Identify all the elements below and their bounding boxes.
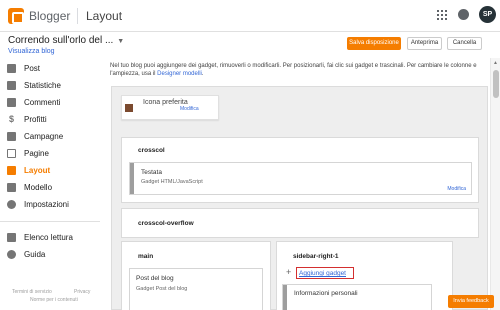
scroll-thumb[interactable] (493, 70, 499, 98)
apps-grid-icon[interactable] (437, 10, 447, 20)
sidebar-item-label: Elenco lettura (24, 233, 73, 242)
sidebar-divider (0, 221, 100, 222)
layout-icon (7, 166, 16, 175)
terms-link[interactable]: Termini di servizio (12, 289, 52, 295)
section-title: crosscol (138, 147, 165, 154)
sidebar-item-label: Layout (24, 166, 51, 175)
scroll-up-icon[interactable]: ▲ (493, 60, 498, 66)
stats-icon (7, 81, 16, 90)
template-designer-link[interactable]: Designer modelli (157, 71, 202, 77)
post-icon (7, 64, 16, 73)
sidebar-item-reading-list[interactable]: Elenco lettura (0, 229, 100, 246)
send-feedback-button[interactable]: Invia feedback (448, 295, 494, 308)
blog-posts-widget[interactable]: Post del blog Gadget Post del blog (129, 268, 263, 310)
page-title: Layout (86, 9, 123, 23)
notifications-icon[interactable] (458, 9, 469, 20)
section-sidebar-right: sidebar-right-1 + Aggiungi gadget Inform… (276, 241, 453, 310)
widget-edit-link[interactable]: Modifica (447, 186, 466, 192)
favicon-edit-link[interactable]: Modifica (180, 106, 199, 112)
sidebar-item-label: Statistiche (24, 81, 61, 90)
favicon-gadget[interactable]: Icona preferita Modifica (121, 95, 219, 120)
campaigns-icon (7, 132, 16, 141)
sidebar-item-label: Impostazioni (24, 200, 69, 209)
widget-subtitle: Gadget Post del blog (136, 286, 188, 292)
sidebar-item-label: Post (24, 64, 41, 73)
sidebar-item-help[interactable]: Guida (0, 246, 100, 263)
favicon-title: Icona preferita (143, 99, 188, 106)
dollar-icon: $ (8, 114, 14, 124)
blog-selector[interactable]: Correndo sull'orlo del ... ▼ (8, 35, 124, 46)
add-gadget-row[interactable]: + Aggiungi gadget (282, 267, 432, 281)
top-bar: Blogger Layout SP (0, 0, 500, 32)
section-title: sidebar-right-1 (293, 253, 339, 260)
widget-title: Testata (141, 169, 162, 176)
sidebar-item-label: Profitti (24, 115, 47, 124)
profile-widget[interactable]: Informazioni personali (282, 284, 432, 310)
sidebar: Post Statistiche Commenti $ Profitti Cam… (0, 58, 100, 310)
preview-button[interactable]: Anteprima (407, 37, 442, 50)
blog-name: Correndo sull'orlo del ... (8, 35, 114, 46)
sidebar-item-pages[interactable]: Pagine (0, 145, 100, 162)
gear-icon (7, 200, 16, 209)
sidebar-item-settings[interactable]: Impostazioni (0, 196, 100, 213)
section-crosscol: crosscol Testata Gadget HTML/JavaScript … (121, 137, 479, 203)
sidebar-item-comments[interactable]: Commenti (0, 94, 100, 111)
cancel-button[interactable]: Cancella (447, 37, 482, 50)
sidebar-item-post[interactable]: Post (0, 60, 100, 77)
favicon-image (125, 104, 133, 112)
plus-icon[interactable]: + (286, 267, 291, 277)
layout-intro-text: Nel tuo blog puoi aggiungere dei gadget,… (110, 62, 490, 78)
header-divider (77, 8, 78, 24)
widget-title: Post del blog (136, 275, 174, 282)
content-policy-link[interactable]: Norme per i contenuti (30, 297, 78, 303)
caret-down-icon: ▼ (117, 38, 125, 45)
reading-list-icon (7, 233, 16, 242)
blogger-logo-icon[interactable] (8, 8, 24, 24)
sidebar-item-earnings[interactable]: $ Profitti (0, 111, 100, 128)
comments-icon (7, 98, 16, 107)
sidebar-item-label: Guida (24, 250, 46, 259)
template-icon (7, 183, 16, 192)
sidebar-item-campaigns[interactable]: Campagne (0, 128, 100, 145)
section-title: crosscol-overflow (138, 220, 194, 227)
sidebar-item-stats[interactable]: Statistiche (0, 77, 100, 94)
sidebar-item-template[interactable]: Modello (0, 179, 100, 196)
save-layout-button[interactable]: Salva disposizione (347, 37, 401, 50)
drag-handle[interactable] (283, 285, 287, 310)
section-crosscol-overflow: crosscol-overflow (121, 208, 479, 238)
layout-canvas: Icona preferita Modifica crosscol Testat… (111, 86, 488, 310)
sidebar-item-layout[interactable]: Layout (0, 162, 100, 179)
intro-end: . (201, 71, 204, 77)
pages-icon (7, 149, 16, 158)
privacy-link[interactable]: Privacy (74, 289, 90, 295)
scrollbar[interactable]: ▲ (490, 58, 500, 310)
sidebar-item-label: Commenti (24, 98, 61, 107)
view-blog-link[interactable]: Visualizza blog (8, 48, 55, 55)
sidebar-item-label: Campagne (24, 132, 64, 141)
brand-name[interactable]: Blogger (29, 9, 70, 23)
sidebar-item-label: Pagine (24, 149, 49, 158)
section-title: main (138, 253, 154, 260)
highlight-annotation (296, 267, 354, 279)
widget-subtitle: Gadget HTML/JavaScript (141, 179, 203, 185)
header-widget[interactable]: Testata Gadget HTML/JavaScript Modifica (129, 162, 472, 195)
section-main: main Post del blog Gadget Post del blog (121, 241, 271, 310)
sidebar-item-label: Modello (24, 183, 53, 192)
help-icon (7, 250, 16, 259)
widget-title: Informazioni personali (294, 290, 358, 297)
drag-handle[interactable] (130, 163, 134, 194)
avatar[interactable]: SP (479, 6, 496, 23)
